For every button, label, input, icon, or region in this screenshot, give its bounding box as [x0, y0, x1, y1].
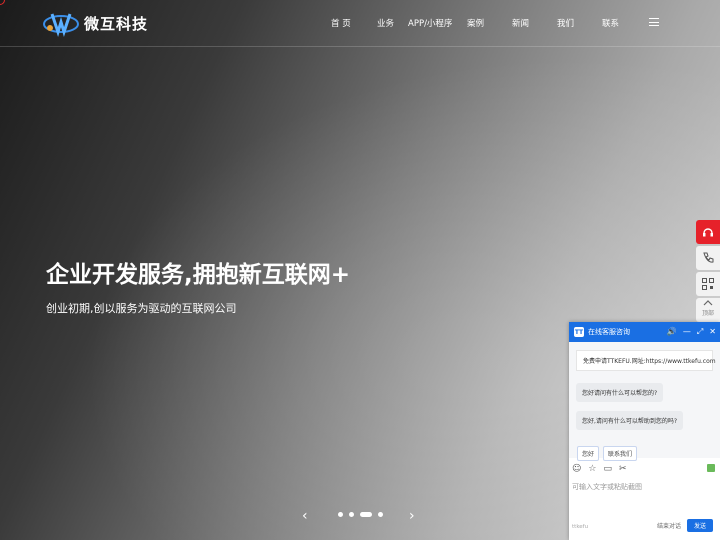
minimize-icon[interactable]: — [683, 327, 691, 337]
nav-business[interactable]: 业务 [377, 17, 394, 29]
customer-service-button[interactable] [696, 220, 720, 244]
next-arrow-icon[interactable]: › [409, 508, 415, 524]
folder-icon[interactable]: ▭ [603, 464, 612, 474]
prev-arrow-icon[interactable]: ‹ [302, 508, 308, 524]
end-chat-button[interactable]: 结束对话 [657, 521, 681, 530]
star-icon[interactable]: ☆ [588, 464, 596, 474]
floating-sidebar: 顶部 [696, 220, 720, 322]
chat-logo: TT [574, 327, 584, 337]
nav-app[interactable]: APP/小程序 [408, 17, 452, 29]
nav-news[interactable]: 新闻 [512, 17, 529, 29]
send-button[interactable]: 发送 [687, 519, 713, 532]
nav-home[interactable]: 首 页 [331, 17, 351, 29]
chat-header: TT 在线客服咨询 🔊 — ⤢ ✕ [569, 322, 720, 342]
chat-header-controls: 🔊 — ⤢ ✕ [667, 327, 716, 337]
slider-dot[interactable] [338, 512, 343, 517]
chat-promo[interactable]: 免费申请TTKEFU.网址:https://www.ttkefu.com [576, 350, 716, 371]
slider-dots [338, 512, 383, 517]
qrcode-icon [702, 278, 714, 290]
chat-message: 您好请问有什么可以帮您的? [576, 383, 664, 402]
nav-cases[interactable]: 案例 [467, 17, 484, 29]
quick-reply-contact[interactable]: 联系我们 [603, 446, 638, 461]
slider-dot[interactable] [349, 512, 354, 517]
quick-replies: 您好 联系我们 [577, 446, 638, 461]
chat-brand: ttkefu [572, 524, 589, 530]
emoji-icon[interactable]: ☺ [572, 464, 581, 474]
menu-icon[interactable] [649, 18, 659, 26]
back-to-top-label: 顶部 [701, 310, 714, 317]
logo[interactable]: 微互科技 [42, 8, 148, 38]
site-header: 微互科技 首 页 业务 APP/小程序 案例 新闻 我们 联系 [0, 0, 720, 47]
phone-button[interactable] [696, 246, 720, 270]
hero-subtitle: 创业初期,创以服务为驱动的互联网公司 [46, 302, 237, 315]
slider-dot[interactable] [378, 512, 383, 517]
hero-title: 企业开发服务,拥抱新互联网+ [46, 262, 351, 288]
slider-dot-active[interactable] [360, 512, 372, 517]
logo-icon [43, 13, 79, 37]
qrcode-button[interactable] [696, 272, 720, 296]
volume-icon[interactable]: 🔊 [667, 327, 677, 337]
chevron-up-icon [703, 300, 713, 306]
scissors-icon[interactable]: ✂ [619, 464, 627, 474]
back-to-top-button[interactable]: 顶部 [696, 298, 720, 322]
chat-input[interactable]: 可输入文字或粘贴截图 [572, 482, 642, 492]
phone-icon [703, 252, 714, 263]
chat-messages: 免费申请TTKEFU.网址:https://www.ttkefu.com 您好请… [569, 342, 720, 458]
chat-extra-icon[interactable] [707, 464, 715, 472]
nav-about[interactable]: 我们 [557, 17, 574, 29]
headset-icon [703, 228, 713, 237]
quick-reply-hello[interactable]: 您好 [577, 446, 600, 461]
chat-widget: TT 在线客服咨询 🔊 — ⤢ ✕ 免费申请TTKEFU.网址:https://… [569, 322, 720, 540]
chat-title: 在线客服咨询 [588, 328, 630, 336]
logo-text: 微互科技 [84, 14, 149, 33]
popout-icon[interactable]: ⤢ [697, 327, 703, 337]
close-icon[interactable]: ✕ [709, 327, 716, 337]
chat-message: 您好,请问有什么可以帮助到您的吗? [576, 411, 684, 430]
nav-contact[interactable]: 联系 [602, 17, 619, 29]
chat-toolbar: ☺ ☆ ▭ ✂ [572, 464, 627, 474]
